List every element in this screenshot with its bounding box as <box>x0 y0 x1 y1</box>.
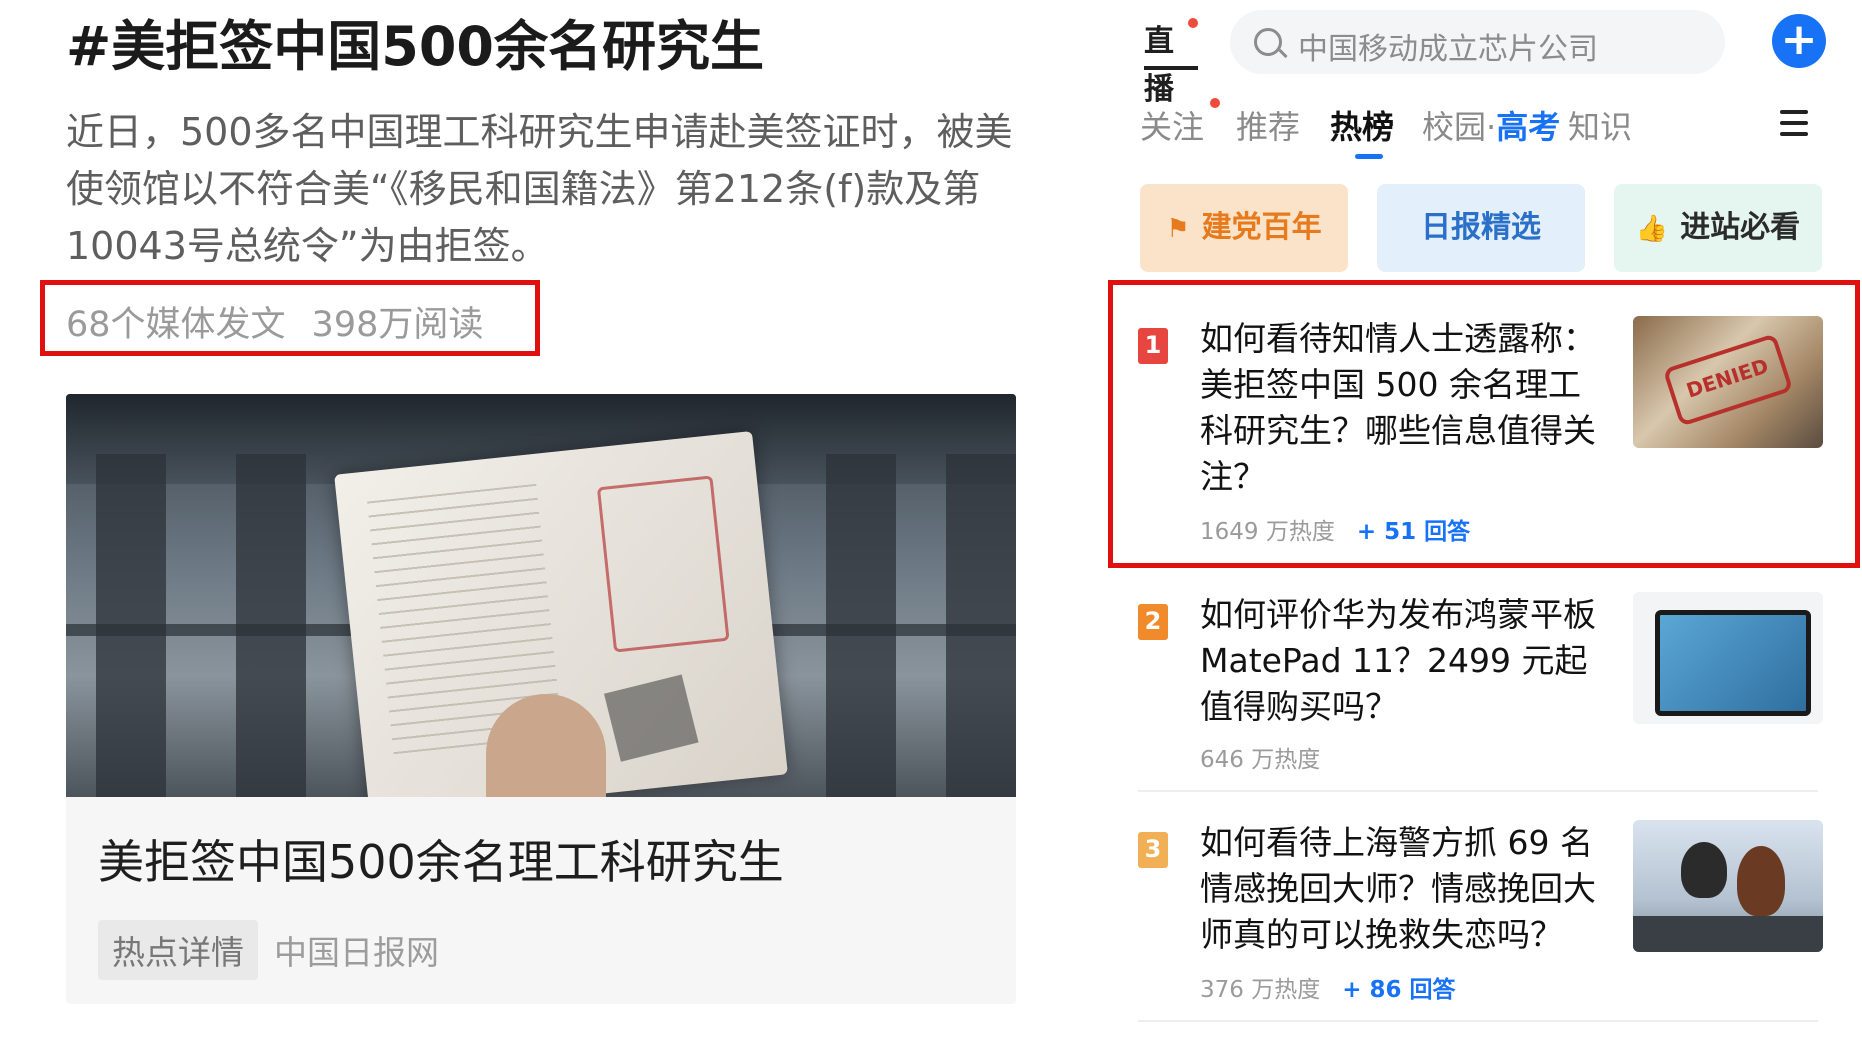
hot-item-3[interactable]: 3 如何看待上海警方抓 69 名情感挽回大师？情感挽回大师真的可以挽救失恋吗？ … <box>1138 820 1858 1020</box>
flag-icon: ⚑ <box>1166 214 1190 244</box>
chip-daily-picks[interactable]: 日报精选 <box>1377 184 1585 272</box>
hot-item-title[interactable]: 如何评价华为发布鸿蒙平板 MatePad 11？2499 元起值得购买吗？ <box>1200 592 1610 730</box>
menu-icon[interactable] <box>1780 110 1808 136</box>
tab-hot[interactable]: 热榜 <box>1330 102 1394 148</box>
heat-value: 376 万热度 <box>1200 977 1321 1003</box>
hot-item-thumbnail <box>1633 820 1823 952</box>
news-card[interactable]: 美拒签中国500余名理工科研究生 热点详情 中国日报网 <box>66 394 1016 1004</box>
notification-dot <box>1188 18 1198 28</box>
heat-value: 646 万热度 <box>1200 747 1321 773</box>
divider <box>1138 790 1818 792</box>
active-tab-indicator <box>1355 154 1383 159</box>
hot-item-meta: 646 万热度 <box>1200 740 1320 774</box>
weibo-topic-panel: #美拒签中国500余名研究生 近日，500多名中国理工科研究生申请赴美签证时，被… <box>0 0 1060 1039</box>
topic-summary: 近日，500多名中国理工科研究生申请赴美签证时，被美使领馆以不符合美“《移民和国… <box>66 110 1013 268</box>
tab-bar: 关注 推荐 热榜 校园·高考 知识 <box>1140 98 1840 162</box>
tab-recommend[interactable]: 推荐 <box>1236 102 1300 148</box>
tab-follow[interactable]: 关注 <box>1140 102 1204 148</box>
hot-detail-tag[interactable]: 热点详情 <box>98 920 258 980</box>
zhihu-hot-panel: 直播 中国移动成立芯片公司 + 关注 推荐 热榜 校园·高考 知识 ⚑ 建党百年 … <box>1100 0 1862 1039</box>
search-bar[interactable]: 中国移动成立芯片公司 <box>1230 10 1725 74</box>
tab-campus[interactable]: 校园·高考 <box>1422 102 1560 148</box>
hot-item-title[interactable]: 如何看待上海警方抓 69 名情感挽回大师？情感挽回大师真的可以挽救失恋吗？ <box>1200 820 1610 958</box>
topic-title[interactable]: #美拒签中国500余名研究生 <box>66 2 764 81</box>
hot-item-thumbnail <box>1633 592 1823 724</box>
chip-must-see[interactable]: 👍 进站必看 <box>1614 184 1822 272</box>
thumbs-up-icon: 👍 <box>1635 214 1669 244</box>
highlight-box <box>40 280 540 356</box>
divider <box>1138 1020 1818 1022</box>
card-title[interactable]: 美拒签中国500余名理工科研究生 <box>98 826 784 892</box>
card-source: 中国日报网 <box>274 933 439 972</box>
tab-dot <box>1210 98 1220 108</box>
hot-item-2[interactable]: 2 如何评价华为发布鸿蒙平板 MatePad 11？2499 元起值得购买吗？ … <box>1138 592 1858 782</box>
tab-knowledge[interactable]: 知识 <box>1568 102 1632 148</box>
search-icon <box>1254 28 1282 56</box>
rank-badge: 3 <box>1138 832 1168 868</box>
add-button[interactable]: + <box>1772 14 1826 68</box>
rank-badge: 2 <box>1138 604 1168 640</box>
search-input[interactable]: 中国移动成立芯片公司 <box>1298 24 1598 68</box>
answer-count[interactable]: + 86 回答 <box>1342 977 1455 1003</box>
chip-party-centenary[interactable]: ⚑ 建党百年 <box>1140 184 1348 272</box>
hot-item-meta: 376 万热度 + 86 回答 <box>1200 970 1456 1004</box>
highlight-box <box>1108 280 1860 568</box>
passport-photo <box>66 394 1016 797</box>
